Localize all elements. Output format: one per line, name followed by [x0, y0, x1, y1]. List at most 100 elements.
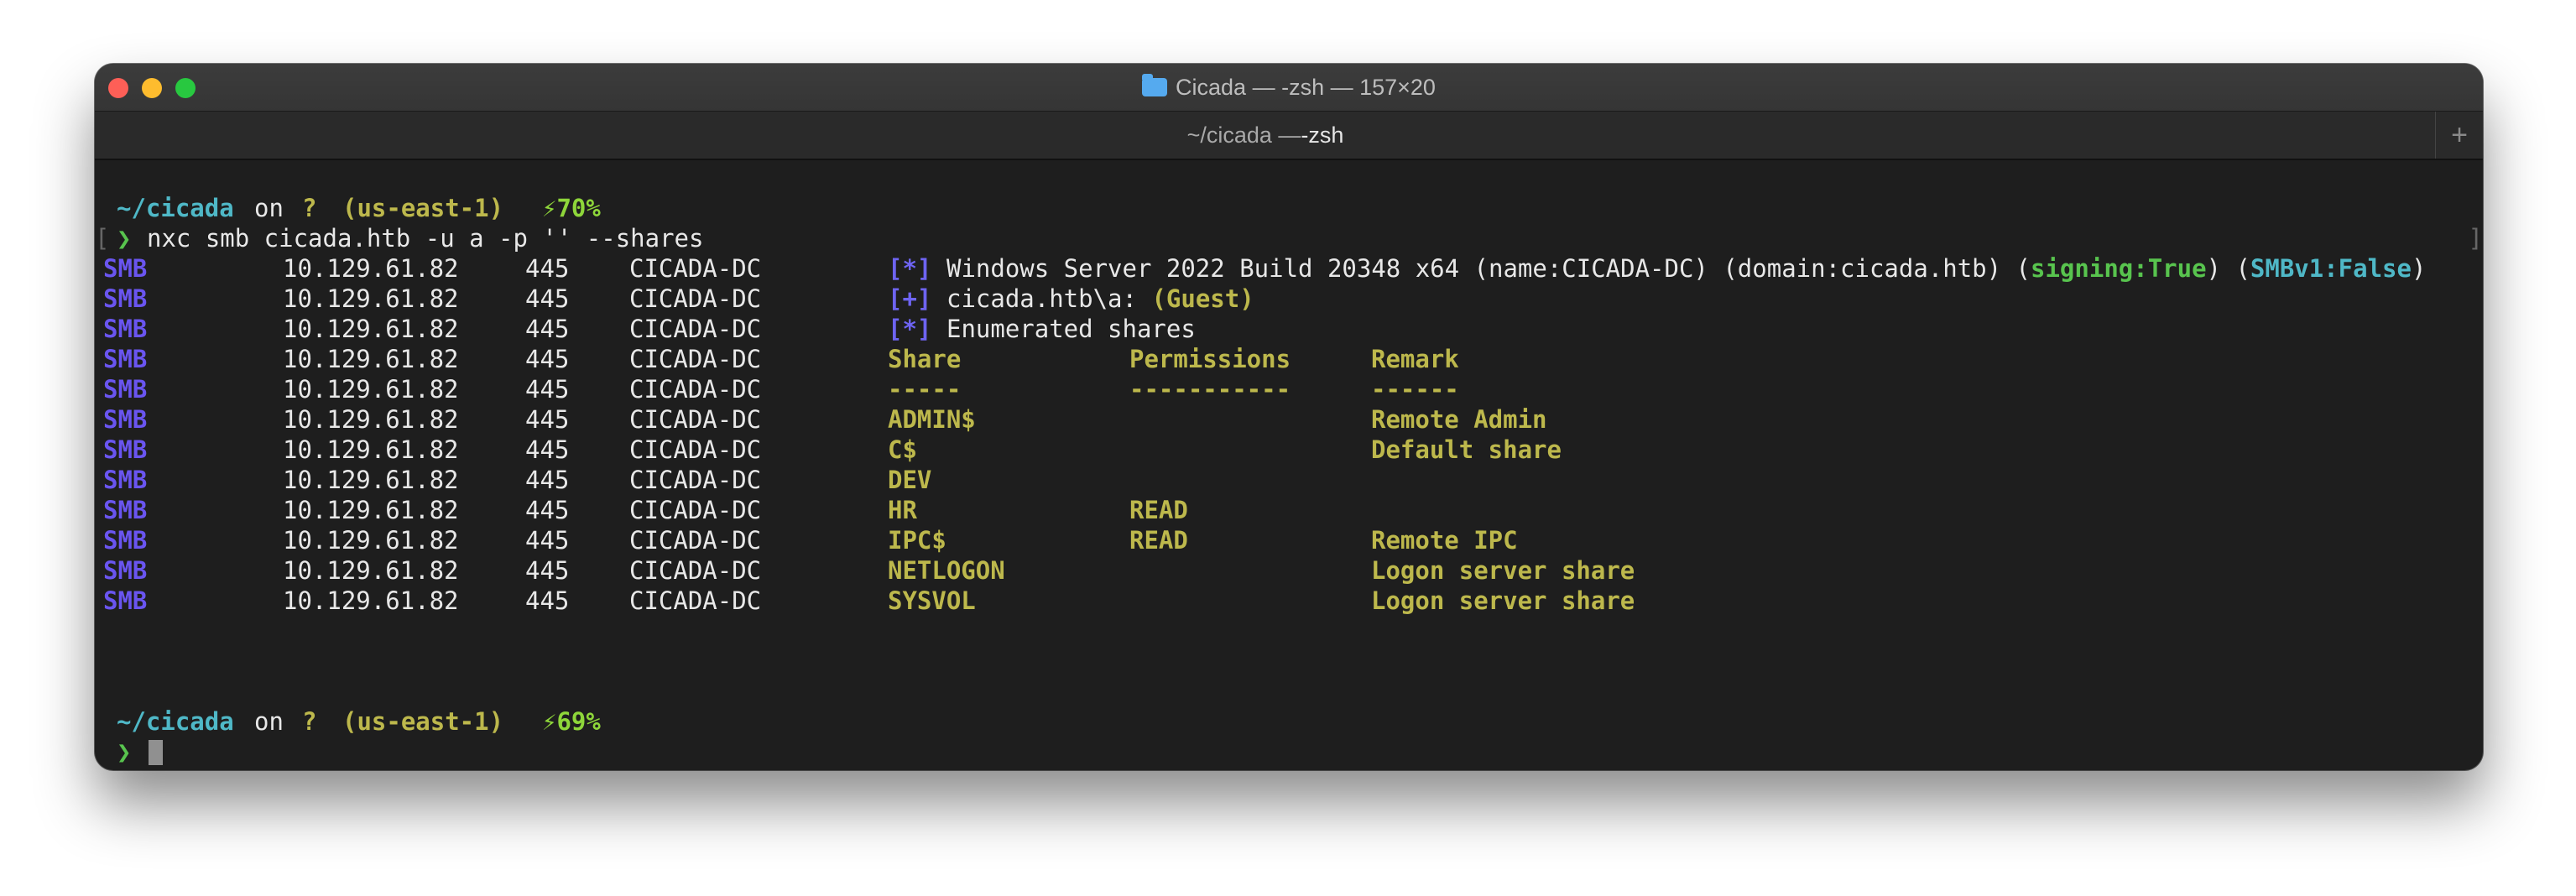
- tab-cmd: -zsh: [1301, 122, 1344, 148]
- row-protocol: SMB: [103, 435, 148, 464]
- prompt-arrow: ❯: [117, 224, 132, 253]
- row-host: CICADA-DC: [629, 405, 762, 434]
- share-row: SMB 10.129.61.82 445 CICADA-DC ADMIN$ Remote …: [95, 404, 2483, 435]
- share-column-separator-permissions: -----------: [1129, 375, 1291, 404]
- active-prompt-line[interactable]: ❯: [95, 737, 2483, 767]
- row-port: 445: [525, 315, 570, 343]
- prompt-on: on: [254, 194, 284, 222]
- text-cursor: [149, 740, 163, 765]
- message-part: cicada.htb\a:: [946, 284, 1152, 313]
- prompt-on: on: [254, 707, 284, 736]
- output-row: SMB 10.129.61.82 445 CICADA-DC [*] Windows Se…: [95, 253, 2483, 284]
- message-part: Enumerated shares: [946, 315, 1196, 343]
- row-protocol: SMB: [103, 586, 148, 615]
- message-part: SMBv1:False: [2250, 254, 2412, 283]
- message-part: ): [2411, 254, 2427, 283]
- share-name: ADMIN$: [888, 405, 976, 434]
- share-remark: Remote IPC: [1371, 526, 1518, 555]
- share-row: SMB 10.129.61.82 445 CICADA-DC SYSVOL Logon s…: [95, 586, 2483, 616]
- share-column-header-remark: Remark: [1371, 345, 1459, 373]
- row-host: CICADA-DC: [629, 284, 762, 313]
- output-row: SMB 10.129.61.82 445 CICADA-DC ----- --------…: [95, 374, 2483, 404]
- row-protocol: SMB: [103, 405, 148, 434]
- row-ip: 10.129.61.82: [283, 405, 459, 434]
- row-ip: 10.129.61.82: [283, 315, 459, 343]
- row-host: CICADA-DC: [629, 435, 762, 464]
- share-name: C$: [888, 435, 917, 464]
- row-host: CICADA-DC: [629, 556, 762, 585]
- row-protocol: SMB: [103, 375, 148, 404]
- share-column-header-permissions: Permissions: [1129, 345, 1291, 373]
- row-port: 445: [525, 254, 570, 283]
- window-title: Cicada — -zsh — 157×20: [95, 64, 2483, 111]
- row-ip: 10.129.61.82: [283, 466, 459, 494]
- prompt-region: (us-east-1): [342, 194, 504, 222]
- row-host: CICADA-DC: [629, 315, 762, 343]
- share-name: NETLOGON: [888, 556, 1005, 585]
- row-ip: 10.129.61.82: [283, 496, 459, 524]
- row-host: CICADA-DC: [629, 496, 762, 524]
- prompt-battery: ⚡70%: [542, 194, 601, 222]
- prompt-battery: ⚡69%: [542, 707, 601, 736]
- share-remark: Logon server share: [1371, 586, 1635, 615]
- status-message: cicada.htb\a: (Guest): [946, 284, 1254, 314]
- row-host: CICADA-DC: [629, 375, 762, 404]
- share-row: SMB 10.129.61.82 445 CICADA-DC DEV: [95, 465, 2483, 495]
- line-mark-right: ]: [2468, 224, 2483, 253]
- share-permissions: READ: [1129, 496, 1188, 524]
- row-ip: 10.129.61.82: [283, 375, 459, 404]
- command-line: [ ❯ nxc smb cicada.htb -u a -p '' --shar…: [95, 223, 2483, 253]
- prompt-line-2: ~/cicada on ? (us-east-1) ⚡69%: [95, 706, 2483, 737]
- row-port: 445: [525, 466, 570, 494]
- share-remark: Default share: [1371, 435, 1562, 464]
- tab-bar: ~/cicada — -zsh +: [95, 112, 2483, 160]
- row-protocol: SMB: [103, 466, 148, 494]
- status-message: Windows Server 2022 Build 20348 x64 (nam…: [946, 253, 2426, 284]
- row-protocol: SMB: [103, 345, 148, 373]
- share-column-separator-remark: ------: [1371, 375, 1459, 404]
- row-ip: 10.129.61.82: [283, 435, 459, 464]
- status-tag: [*]: [888, 315, 932, 343]
- row-port: 445: [525, 496, 570, 524]
- row-host: CICADA-DC: [629, 586, 762, 615]
- row-ip: 10.129.61.82: [283, 556, 459, 585]
- share-name: HR: [888, 496, 917, 524]
- new-tab-button[interactable]: +: [2435, 112, 2483, 159]
- prompt-box-icon: ?: [302, 707, 317, 736]
- share-column-separator-share: -----: [888, 375, 962, 404]
- share-name: DEV: [888, 466, 932, 494]
- row-host: CICADA-DC: [629, 466, 762, 494]
- prompt-region: (us-east-1): [342, 707, 504, 736]
- share-name: IPC$: [888, 526, 946, 555]
- terminal-output[interactable]: ~/cicada on ? (us-east-1) ⚡70% [ ❯ nxc s…: [95, 159, 2483, 770]
- row-port: 445: [525, 435, 570, 464]
- line-mark-left: [: [95, 224, 110, 253]
- message-part: Windows Server 2022 Build 20348 x64 (nam…: [946, 254, 2031, 283]
- row-ip: 10.129.61.82: [283, 284, 459, 313]
- row-port: 445: [525, 405, 570, 434]
- status-tag: [*]: [888, 254, 932, 283]
- title-bar[interactable]: Cicada — -zsh — 157×20: [95, 64, 2483, 112]
- share-row: SMB 10.129.61.82 445 CICADA-DC HR READ: [95, 495, 2483, 525]
- prompt-dir: ~/cicada: [117, 194, 234, 222]
- row-port: 445: [525, 556, 570, 585]
- message-part: ) (: [2206, 254, 2250, 283]
- share-remark: Remote Admin: [1371, 405, 1547, 434]
- tab-dir: ~/cicada —: [1186, 122, 1301, 148]
- row-host: CICADA-DC: [629, 254, 762, 283]
- prompt-line-1: ~/cicada on ? (us-east-1) ⚡70%: [95, 193, 2483, 223]
- status-message: Enumerated shares: [946, 314, 1196, 344]
- row-port: 445: [525, 284, 570, 313]
- folder-icon: [1142, 74, 1168, 96]
- row-port: 445: [525, 375, 570, 404]
- row-protocol: SMB: [103, 526, 148, 555]
- output-row: SMB 10.129.61.82 445 CICADA-DC Share Permissi…: [95, 344, 2483, 374]
- tab-zsh[interactable]: ~/cicada — -zsh: [95, 112, 2436, 159]
- share-permissions: READ: [1129, 526, 1188, 555]
- output-row: SMB 10.129.61.82 445 CICADA-DC [+] cicada.htb…: [95, 284, 2483, 314]
- row-ip: 10.129.61.82: [283, 586, 459, 615]
- message-part: (Guest): [1151, 284, 1254, 313]
- row-host: CICADA-DC: [629, 526, 762, 555]
- prompt-box-icon: ?: [302, 194, 317, 222]
- row-protocol: SMB: [103, 254, 148, 283]
